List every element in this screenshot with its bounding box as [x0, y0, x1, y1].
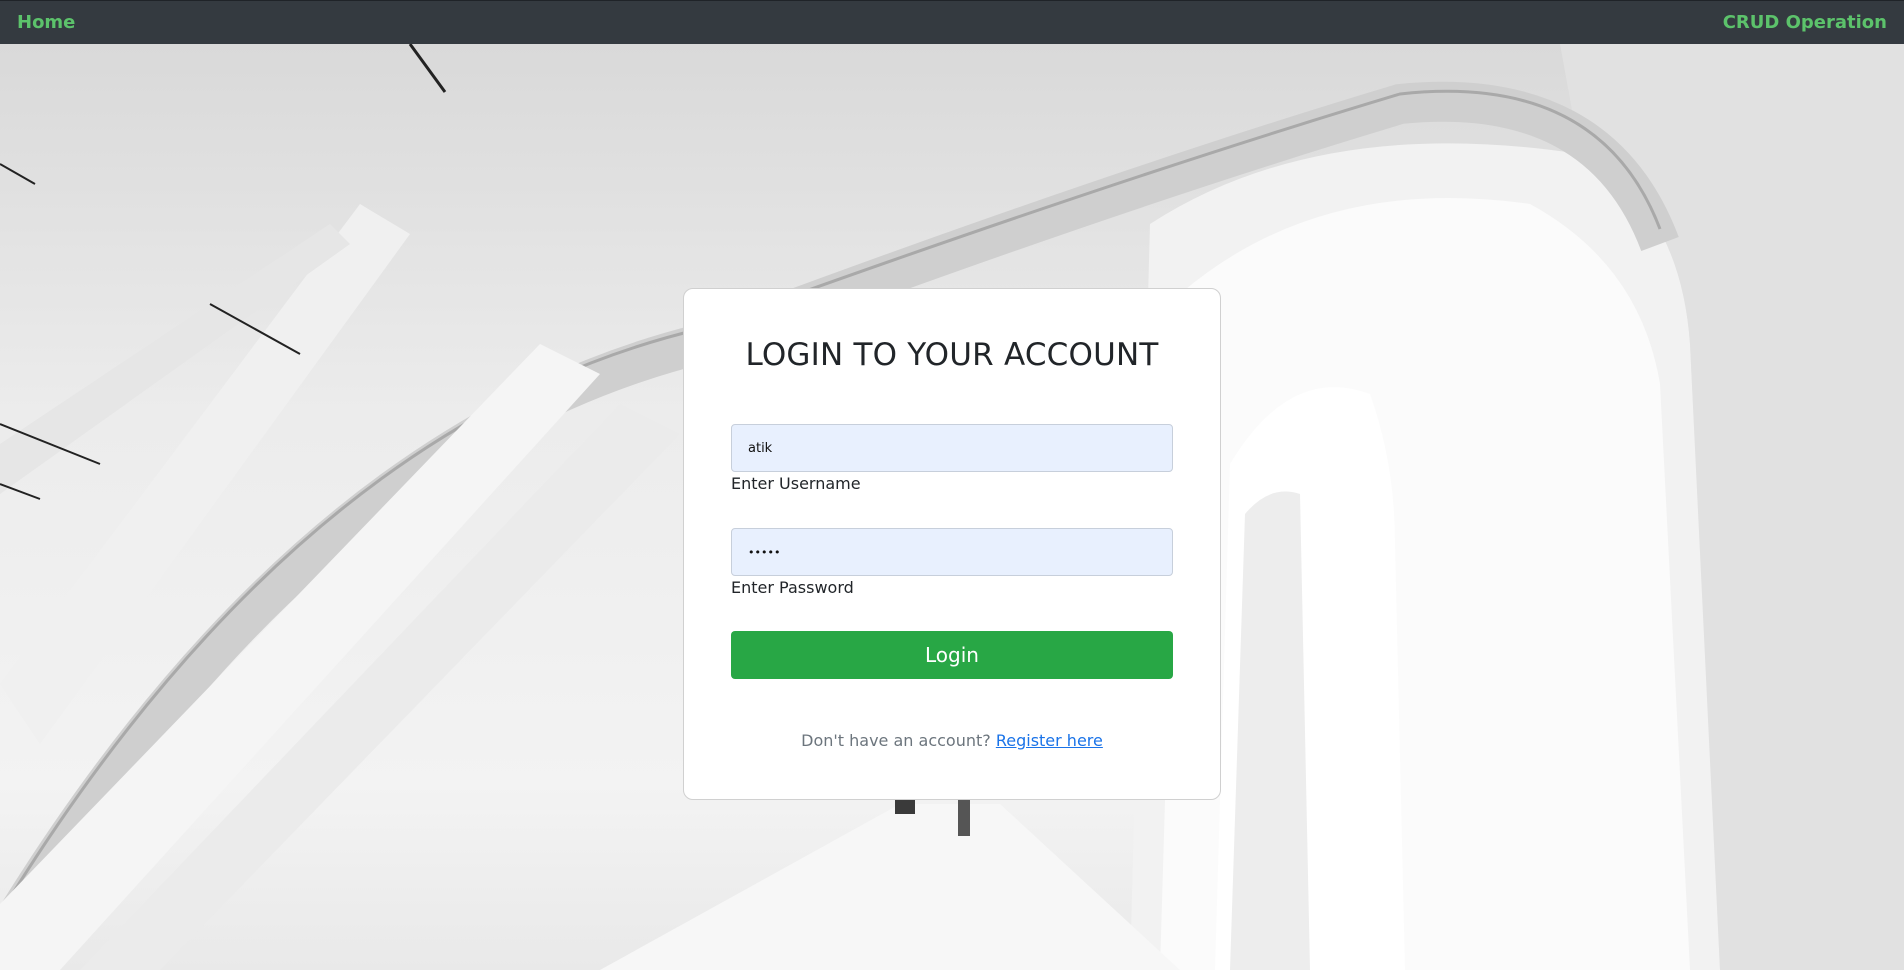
username-input[interactable]: [731, 424, 1173, 472]
nav-brand-link[interactable]: CRUD Operation: [1723, 12, 1887, 33]
nav-home-link[interactable]: Home: [17, 12, 75, 33]
register-link[interactable]: Register here: [996, 731, 1103, 750]
username-label: Enter Username: [731, 474, 861, 493]
register-prompt: Don't have an account? Register here: [684, 731, 1220, 750]
login-card: LOGIN TO YOUR ACCOUNT Enter Username Ent…: [683, 288, 1221, 800]
register-prompt-text: Don't have an account?: [801, 731, 991, 750]
navbar: Home CRUD Operation: [0, 0, 1904, 44]
password-input[interactable]: [731, 528, 1173, 576]
login-button[interactable]: Login: [731, 631, 1173, 679]
password-label: Enter Password: [731, 578, 854, 597]
login-title: LOGIN TO YOUR ACCOUNT: [745, 337, 1159, 373]
